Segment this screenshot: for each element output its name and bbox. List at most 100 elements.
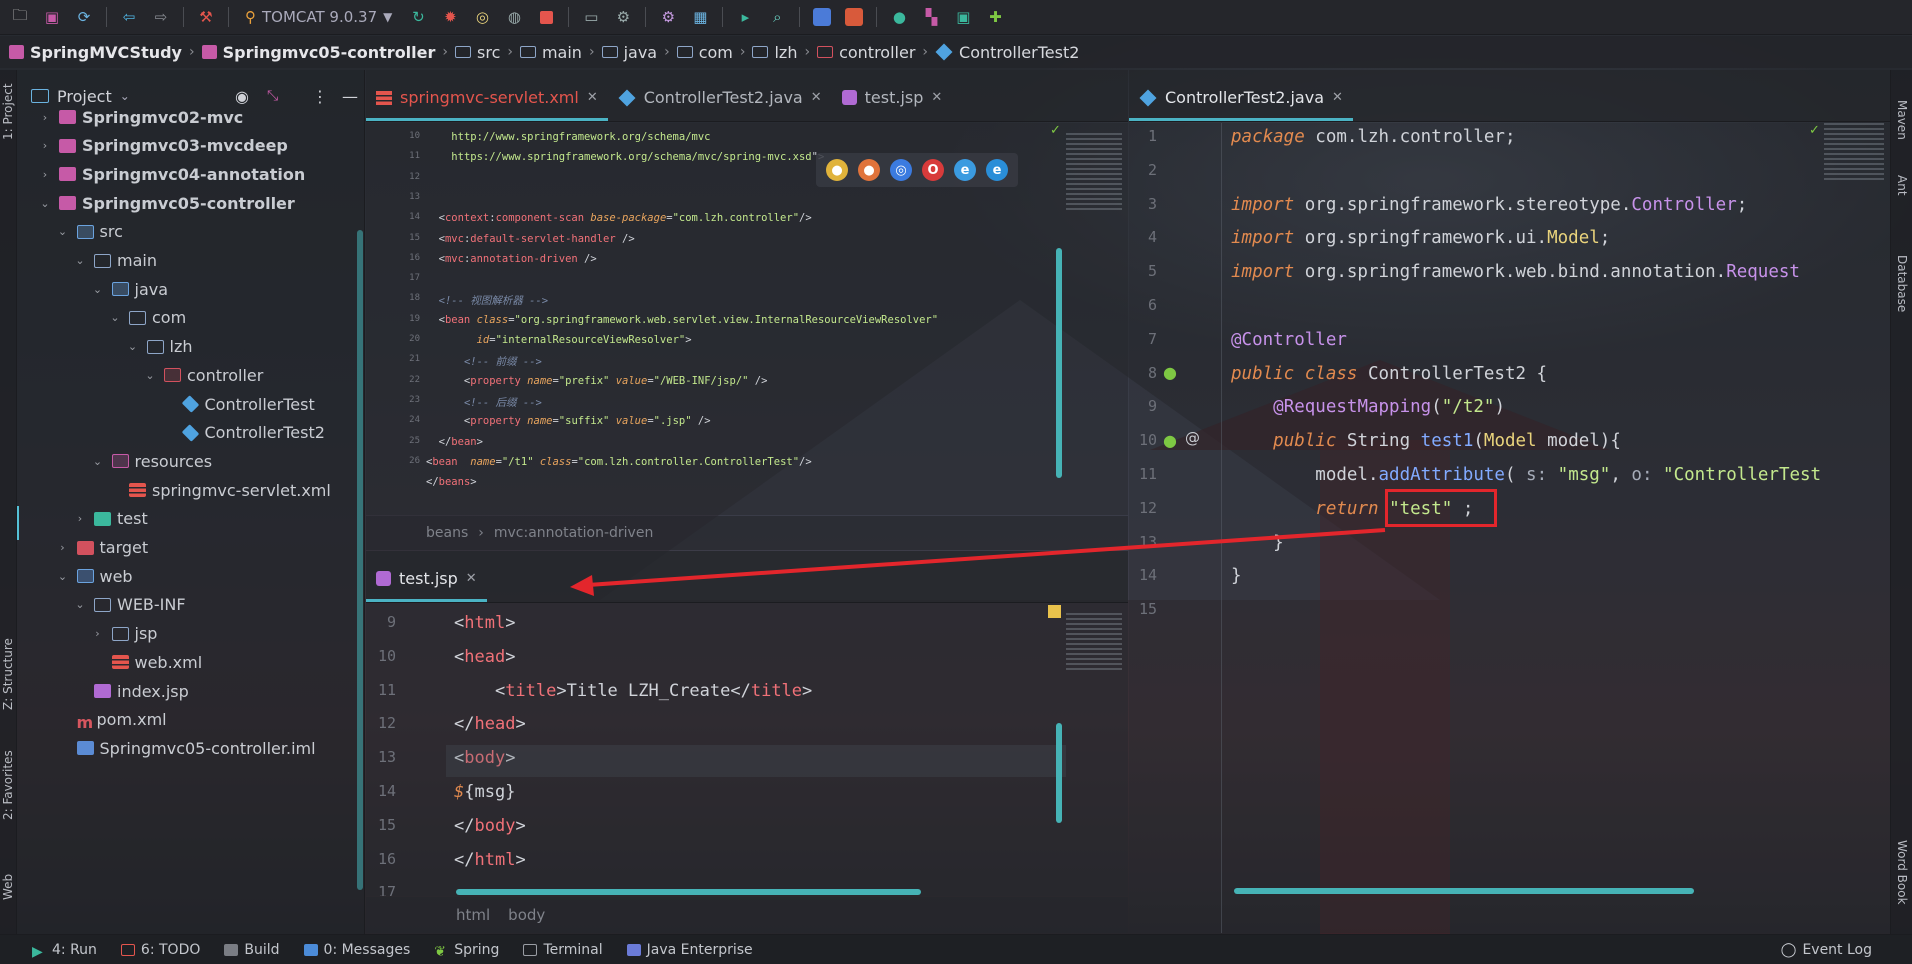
jsp-editor[interactable]: 9 <html> 10 <head> 11 <title>Title LZH_Creat…	[366, 603, 1128, 896]
xml-editor[interactable]: 10 http://www.springframework.org/schema…	[366, 123, 1128, 515]
edge-icon[interactable]: e	[986, 159, 1008, 181]
breadcrumb-item[interactable]: src	[450, 43, 505, 62]
code-line[interactable]: model.addAttribute( s: "msg", o: "Contro…	[1231, 465, 1821, 485]
chevron-down-icon[interactable]: ⌄	[55, 570, 71, 583]
breadcrumb-item[interactable]: ControllerTest2	[930, 43, 1084, 62]
code-line[interactable]: import org.springframework.web.bind.anno…	[1231, 262, 1800, 282]
sync-icon[interactable]: ⟳	[73, 6, 95, 28]
messages-tool-button[interactable]: 0: Messages	[292, 942, 423, 958]
java-horizontal-scrollbar[interactable]	[1234, 888, 1694, 894]
chevron-down-icon[interactable]: ⌄	[72, 254, 88, 267]
chevron-right-icon[interactable]: ›	[37, 139, 53, 152]
chevron-down-icon[interactable]: ⌄	[72, 598, 88, 611]
breadcrumb-item[interactable]: lzh	[747, 43, 802, 62]
layout-icon[interactable]: ▚	[920, 6, 942, 28]
chevron-down-icon[interactable]: ⌄	[55, 225, 71, 238]
editor-tab[interactable]: test.jsp ✕	[832, 77, 953, 121]
attach-icon[interactable]: ⚙	[612, 6, 634, 28]
structure-tool-tab[interactable]: Z: Structure	[1, 638, 15, 710]
build-hammer-icon[interactable]: ⚒	[195, 6, 217, 28]
plugin-icon[interactable]: ✚	[984, 6, 1006, 28]
breadcrumb-annotation-driven[interactable]: mvc:annotation-driven	[494, 525, 653, 541]
translate-alt-icon[interactable]	[843, 6, 865, 28]
code-line[interactable]: <bean class="org.springframework.web.ser…	[426, 314, 938, 326]
project-tool-tab[interactable]: 1: Project	[1, 83, 15, 140]
code-line[interactable]: <!-- 视图解析器 -->	[426, 293, 548, 308]
chevron-down-icon[interactable]: ⌄	[125, 340, 141, 353]
editor-tab[interactable]: ControllerTest2.java ✕	[1129, 77, 1353, 121]
close-icon[interactable]: ✕	[466, 571, 477, 586]
save-icon[interactable]: ▣	[41, 6, 63, 28]
editor-tab[interactable]: ControllerTest2.java ✕	[608, 77, 832, 121]
code-line[interactable]: }	[1231, 533, 1284, 553]
forward-icon[interactable]: ⇨	[150, 6, 172, 28]
code-line[interactable]: <html>	[454, 613, 515, 633]
chevron-down-icon[interactable]: ⌄	[90, 455, 106, 468]
close-icon[interactable]: ✕	[931, 90, 942, 105]
chevron-right-icon[interactable]: ›	[37, 168, 53, 181]
code-line[interactable]: </html>	[454, 850, 526, 870]
code-line[interactable]: public class ControllerTest2 {	[1231, 364, 1547, 384]
project-scrollbar[interactable]	[357, 230, 363, 890]
breadcrumb-item[interactable]: java	[597, 43, 663, 62]
stop-icon[interactable]	[535, 6, 557, 28]
jsp-scrollbar[interactable]	[1056, 723, 1062, 823]
breadcrumb-html[interactable]: html	[456, 906, 490, 924]
device-icon[interactable]: ▭	[580, 6, 602, 28]
chrome-icon[interactable]: ●	[826, 159, 848, 181]
code-line[interactable]: <mvc:default-servlet-handler />	[426, 233, 635, 245]
code-line[interactable]: http://www.springframework.org/schema/mv…	[426, 131, 710, 143]
favorites-tool-tab[interactable]: 2: Favorites	[1, 750, 15, 820]
debug-icon[interactable]: ✹	[439, 6, 461, 28]
ant-tool-tab[interactable]: Ant	[1895, 175, 1909, 196]
terminal-icon[interactable]: ▸	[734, 6, 756, 28]
tool-window-icon[interactable]: ▣	[952, 6, 974, 28]
chevron-right-icon[interactable]: ›	[37, 111, 53, 124]
code-line[interactable]: @RequestMapping("/t2")	[1231, 397, 1505, 417]
code-line[interactable]: @Controller	[1231, 330, 1347, 350]
collapse-all-icon[interactable]: ⤡	[267, 88, 278, 104]
spring-tool-button[interactable]: ❦ Spring	[422, 942, 511, 960]
chevron-down-icon[interactable]: ⌄	[90, 283, 106, 296]
close-icon[interactable]: ✕	[811, 90, 822, 105]
chevron-right-icon[interactable]: ›	[90, 627, 106, 640]
build-tool-button[interactable]: Build	[212, 942, 291, 958]
code-line[interactable]: }	[1231, 566, 1242, 586]
chevron-down-icon[interactable]: ⌄	[37, 197, 53, 210]
jsp-horizontal-scrollbar[interactable]	[456, 889, 921, 895]
code-line[interactable]: <bean name="/t1" class="com.lzh.controll…	[426, 456, 812, 468]
rerun-icon[interactable]: ↻	[407, 6, 429, 28]
close-icon[interactable]: ✕	[1332, 90, 1343, 105]
open-folder-icon[interactable]: 🗀	[9, 6, 31, 28]
ie-icon[interactable]: e	[954, 159, 976, 181]
spring-bean-icon[interactable]: ●	[1163, 431, 1177, 450]
run-tool-button[interactable]: ▶ 4: Run	[0, 942, 109, 960]
code-line[interactable]: https://www.springframework.org/schema/m…	[426, 151, 824, 163]
maven-tool-tab[interactable]: Maven	[1895, 100, 1909, 140]
code-line[interactable]: </body>	[454, 816, 526, 836]
code-line[interactable]: </beans>	[426, 476, 477, 488]
todo-tool-button[interactable]: 6: TODO	[109, 942, 212, 958]
editor-tab[interactable]: springmvc-servlet.xml ✕	[366, 77, 608, 121]
word-book-tool-tab[interactable]: Word Book	[1895, 840, 1909, 905]
run-configuration-selector[interactable]: ⚲ TOMCAT 9.0.37 ▼	[235, 4, 402, 30]
more-options-icon[interactable]: ⋮	[312, 87, 328, 106]
project-structure-icon[interactable]: ▦	[689, 6, 711, 28]
chevron-down-icon[interactable]: ⌄	[107, 311, 123, 324]
hide-panel-icon[interactable]: —	[342, 87, 358, 106]
terminal-tool-button[interactable]: Terminal	[511, 942, 614, 958]
translate-icon[interactable]	[811, 6, 833, 28]
code-line[interactable]: </bean>	[426, 436, 483, 448]
coverage-icon[interactable]: ◎	[471, 6, 493, 28]
vcs-icon[interactable]: ●	[888, 6, 910, 28]
chevron-right-icon[interactable]: ›	[55, 541, 71, 554]
spring-bean-icon[interactable]: ●	[1163, 363, 1177, 382]
code-line[interactable]: <!-- 后缀 -->	[426, 395, 542, 410]
code-line[interactable]: public String test1(Model model){	[1231, 431, 1621, 451]
java-enterprise-tool-button[interactable]: Java Enterprise	[615, 942, 765, 958]
xml-scrollbar[interactable]	[1056, 248, 1062, 478]
profile-icon[interactable]: ◍	[503, 6, 525, 28]
settings-icon[interactable]: ⚙	[657, 6, 679, 28]
breadcrumb-item[interactable]: com	[672, 43, 738, 62]
code-line[interactable]: </head>	[454, 714, 526, 734]
